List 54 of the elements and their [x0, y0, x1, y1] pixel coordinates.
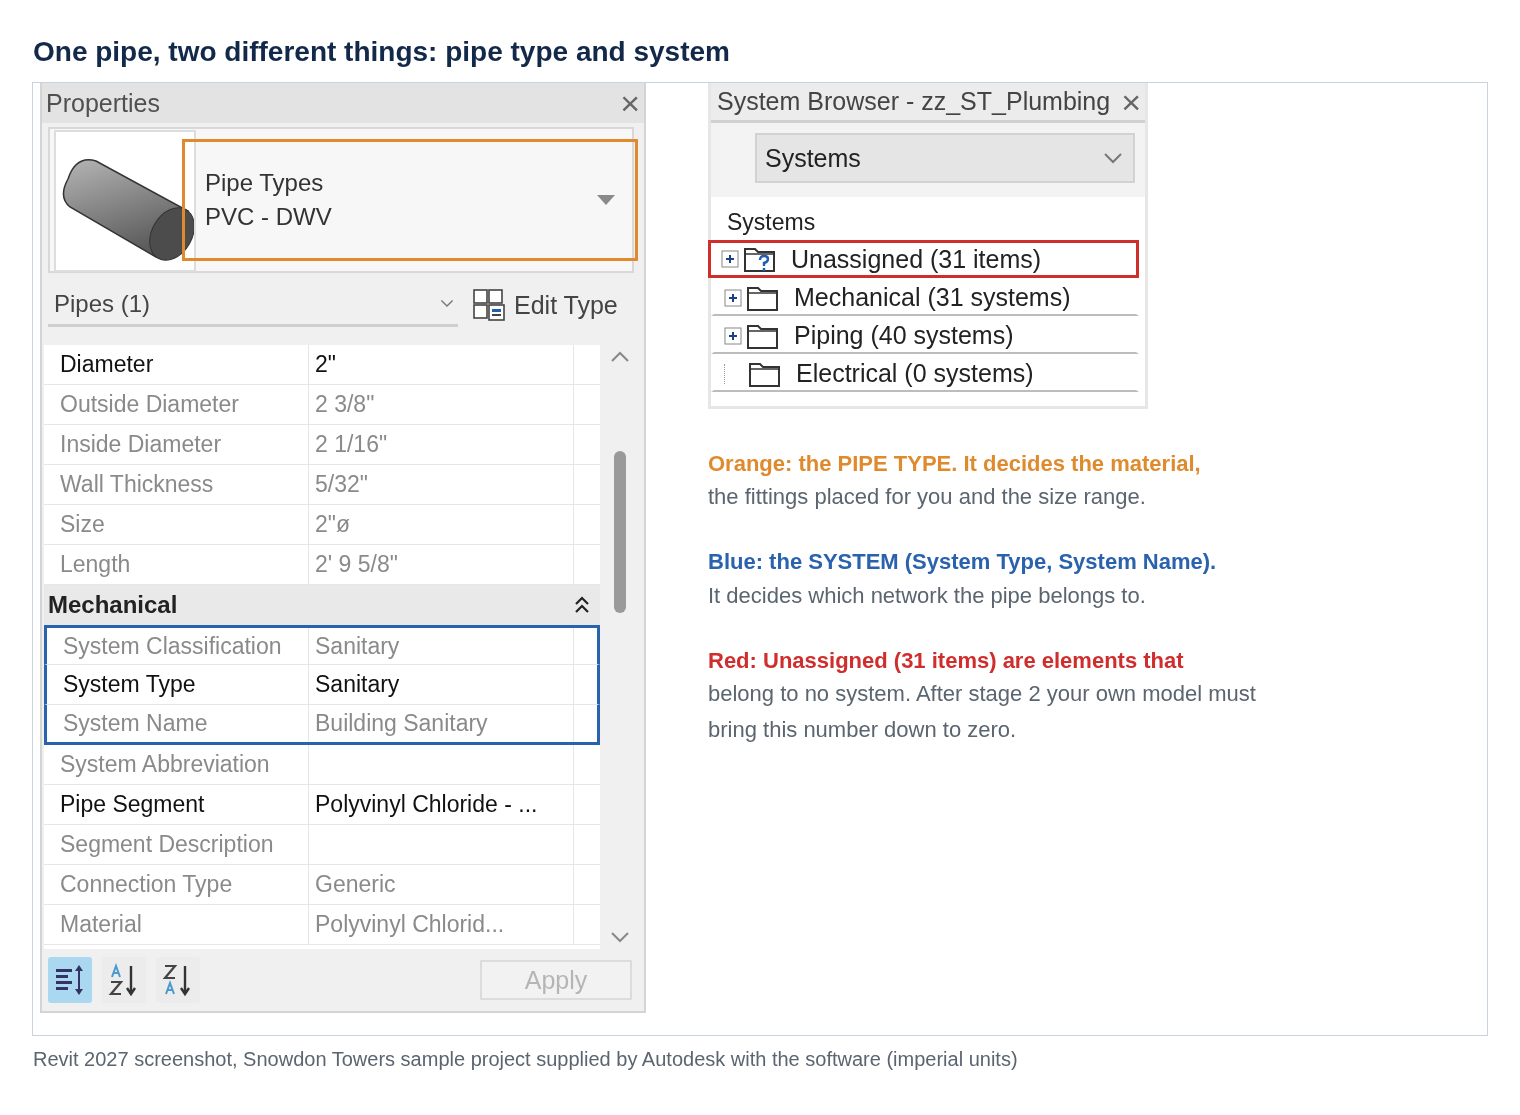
- tree-label: Unassigned (31 items): [791, 244, 1042, 274]
- property-name: Connection Type: [44, 865, 309, 904]
- edit-type-button[interactable]: Edit Type: [472, 288, 618, 322]
- legend-text: the fittings placed for you and the size range.: [708, 483, 1147, 512]
- property-value: Polyvinyl Chlorid...: [309, 905, 574, 944]
- column-header: Systems: [726, 208, 817, 237]
- property-name: System Type: [47, 665, 309, 704]
- legend-text: belong to no system. After stage 2 your own model must bring this number down to zero.: [708, 680, 1257, 745]
- property-name: Outside Diameter: [44, 385, 309, 424]
- property-name: Inside Diameter: [44, 425, 309, 464]
- property-value: Building Sanitary: [309, 705, 574, 742]
- property-name: Wall Thickness: [44, 465, 309, 504]
- property-name: Length: [44, 545, 309, 584]
- tree-label: Piping (40 systems): [794, 321, 1014, 350]
- panel-title: Properties: [46, 88, 160, 118]
- property-name: Pipe Segment: [44, 785, 309, 824]
- property-name: Segment Description: [44, 825, 309, 864]
- property-value: Sanitary: [309, 628, 574, 664]
- property-value: Generic: [309, 865, 574, 904]
- legend-text: It decides which network the pipe belongs to.: [708, 581, 1147, 610]
- tree-label: Mechanical (31 systems): [794, 283, 1071, 312]
- page-heading: One pipe, two different things: pipe type and system: [33, 36, 731, 68]
- tree-item[interactable]: Mechanical (31 systems): [711, 278, 1139, 316]
- property-value: 2' 9 5/8": [309, 545, 574, 584]
- close-button[interactable]: ×: [1121, 84, 1141, 119]
- property-value: 2": [309, 345, 574, 384]
- tree-item[interactable]: Piping (40 systems): [711, 316, 1139, 354]
- property-value: Polyvinyl Chloride - ...: [309, 785, 574, 824]
- property-name: Diameter: [44, 345, 309, 384]
- caption: Revit 2027 screenshot, Snowdon Towers sample project supplied by Autodesk with the software (imperial units): [33, 1048, 1019, 1071]
- category-header[interactable]: Mechanical: [44, 585, 600, 625]
- panel-title: System Browser - zz_ST_Plumbing: [717, 87, 1111, 116]
- property-name: Size: [44, 505, 309, 544]
- property-name: System Name: [47, 705, 309, 742]
- type-dropdown[interactable]: Pipe Types PVC - DWV: [182, 139, 638, 261]
- property-value: 2 1/16": [309, 425, 574, 464]
- property-name: System Classification: [47, 628, 309, 664]
- tree-label: Electrical (0 systems): [796, 359, 1034, 388]
- legend-lead: Orange: the PIPE TYPE. It decides the material,: [708, 451, 1202, 478]
- tree-item[interactable]: Unassigned (31 items): [708, 240, 1139, 278]
- view-dropdown[interactable]: Systems: [755, 133, 1135, 183]
- property-value: 2 3/8": [309, 385, 574, 424]
- instance-filter-dropdown[interactable]: Pipes (1): [48, 283, 458, 327]
- property-value: Sanitary: [309, 665, 574, 704]
- close-button[interactable]: ×: [620, 86, 640, 120]
- type-family: Pipe Types: [205, 168, 325, 199]
- type-name: PVC - DWV: [205, 202, 332, 232]
- property-value: 2"ø: [309, 505, 574, 544]
- tree-item[interactable]: Electrical (0 systems): [711, 354, 1139, 392]
- legend-lead: Blue: the SYSTEM (System Type, System Name).: [708, 549, 1218, 576]
- legend-lead: Red: Unassigned (31 items) are elements that: [708, 647, 1185, 675]
- property-name: Material: [44, 905, 309, 944]
- property-value: 5/32": [309, 465, 574, 504]
- property-name: System Abbreviation: [44, 745, 309, 784]
